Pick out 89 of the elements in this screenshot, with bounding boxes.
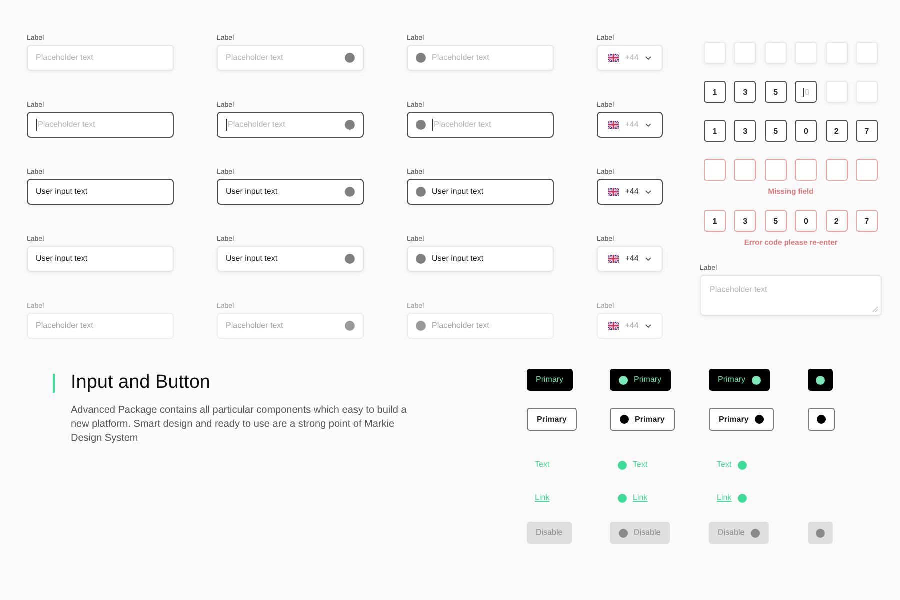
digit-value: 3: [743, 216, 748, 226]
button[interactable]: Primary: [709, 408, 774, 431]
input-value: User input text: [226, 186, 279, 198]
placeholder-text: +44: [625, 320, 639, 332]
code-digit-field[interactable]: [795, 159, 818, 181]
icon-button[interactable]: [808, 408, 835, 431]
code-digit-field[interactable]: [704, 159, 726, 181]
placeholder-text: +44: [625, 119, 639, 131]
code-digit-field[interactable]: 0: [795, 120, 818, 142]
input-value: User input text: [432, 253, 484, 265]
country-code-select[interactable]: +44: [597, 246, 663, 272]
digit-value: 0: [804, 216, 808, 226]
placeholder-text: Placeholder text: [226, 52, 284, 64]
digit-value: 7: [864, 216, 870, 226]
input-value: User input text: [226, 253, 279, 265]
code-digit-field[interactable]: 5: [764, 210, 787, 232]
input-field[interactable]: User input text: [407, 179, 554, 205]
flag-icon: [608, 255, 620, 263]
flag-icon: [608, 188, 620, 196]
digit-value: 2: [834, 126, 839, 136]
flag-icon: [608, 121, 620, 129]
digit-value: 1: [712, 216, 718, 226]
chevron-down-icon: [644, 256, 652, 262]
digit-value: 7: [864, 126, 870, 136]
placeholder-text: +44: [625, 52, 639, 64]
placeholder-text: Placeholder text: [36, 52, 94, 64]
code-digit-field[interactable]: 1: [704, 81, 726, 103]
placeholder-text: Placeholder text: [36, 119, 96, 131]
code-digit-field[interactable]: 1: [704, 210, 726, 232]
digit-value: 5: [774, 216, 778, 226]
code-digit-field[interactable]: 7: [856, 120, 878, 142]
chevron-down-icon: [644, 190, 652, 194]
placeholder-text: Placeholder text: [432, 52, 490, 64]
input-field[interactable]: User input text: [217, 246, 364, 272]
text-cursor: [802, 88, 804, 96]
section-title: Input and Button: [71, 371, 210, 395]
code-digit-field[interactable]: 3: [734, 210, 756, 232]
flag-icon: [608, 54, 620, 62]
button[interactable]: Primary: [610, 408, 675, 431]
placeholder-text: Placeholder text: [432, 119, 492, 131]
button[interactable]: Primary: [610, 369, 671, 391]
placeholder-text: Placeholder text: [432, 320, 490, 332]
flag-icon: [608, 322, 620, 330]
code-digit-field[interactable]: 5: [764, 120, 787, 142]
code-digit-field[interactable]: [826, 159, 848, 181]
digit-value: 1: [712, 126, 718, 136]
placeholder-text: Placeholder text: [710, 284, 768, 296]
input-field[interactable]: User input text: [217, 179, 364, 205]
input-value: +44: [625, 186, 639, 198]
button[interactable]: Primary: [709, 369, 770, 391]
digit-value: 5: [774, 88, 778, 96]
digit-value: 1: [712, 88, 718, 96]
button[interactable]: Primary: [527, 408, 577, 431]
input-field[interactable]: User input text: [27, 246, 174, 272]
code-digit-field[interactable]: 0: [795, 210, 818, 232]
code-digit-field[interactable]: 2: [826, 120, 848, 142]
digit-value: 3: [743, 88, 748, 96]
accent-bar: [53, 374, 55, 393]
chevron-down-icon: [644, 122, 652, 128]
section-description: Advanced Package contains all particular components which easy to build a new platform. Smart design and ready to use are a strong point of Markie Design System: [71, 404, 408, 446]
input-value: User input text: [36, 186, 88, 198]
placeholder-text: Placeholder text: [226, 320, 284, 332]
input-field[interactable]: User input text: [27, 179, 174, 205]
country-code-select[interactable]: +44: [597, 179, 663, 205]
input-value: User input text: [432, 186, 484, 198]
code-digit-field[interactable]: 5: [764, 81, 787, 103]
placeholder-text: 0: [804, 88, 810, 96]
code-digit-field[interactable]: 7: [856, 210, 878, 232]
code-digit-field[interactable]: 1: [704, 120, 726, 142]
digit-value: 3: [743, 126, 748, 136]
input-value: User input text: [36, 253, 88, 265]
code-digit-field[interactable]: [734, 159, 756, 181]
input-field[interactable]: User input text: [407, 246, 554, 272]
chevron-down-icon: [644, 324, 652, 328]
digit-value: 0: [804, 126, 808, 136]
chevron-down-icon: [644, 56, 652, 60]
button[interactable]: Primary: [527, 369, 573, 391]
placeholder-text: Placeholder text: [36, 320, 94, 332]
code-digit-field[interactable]: 3: [734, 120, 756, 142]
code-digit-field[interactable]: 2: [826, 210, 848, 232]
digit-value: 5: [774, 126, 778, 136]
code-digit-field[interactable]: [764, 159, 787, 181]
placeholder-text: Placeholder text: [226, 119, 339, 131]
code-digit-field[interactable]: [856, 159, 878, 181]
digit-value: 2: [834, 216, 839, 226]
input-value: +44: [625, 253, 639, 265]
code-digit-field[interactable]: 3: [734, 81, 756, 103]
resize-handle-icon[interactable]: [873, 306, 878, 312]
icon-button[interactable]: [808, 369, 833, 391]
